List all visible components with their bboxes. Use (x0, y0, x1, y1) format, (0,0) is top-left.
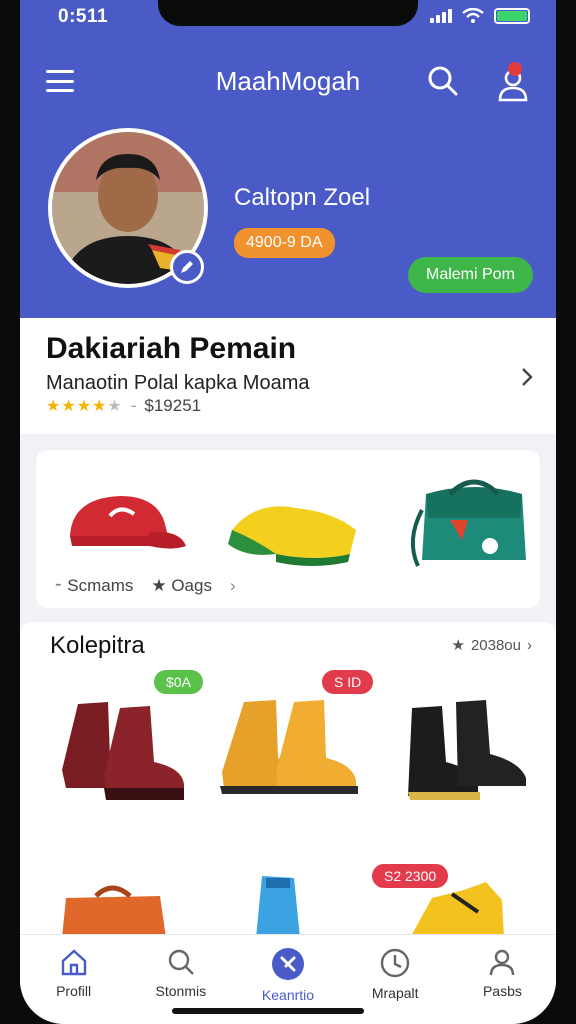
nav-profile[interactable]: Profill (20, 935, 127, 1024)
nav-label: Keanrtio (261, 987, 315, 1003)
nav-account[interactable]: Pasbs (449, 935, 556, 1024)
clock-icon (381, 948, 410, 978)
status-icons (430, 8, 530, 24)
rating-text: $19251 (144, 396, 202, 415)
search-icon[interactable] (426, 64, 460, 98)
product-boots-tan[interactable] (216, 688, 366, 828)
home-icon (61, 949, 86, 976)
signal-icon (430, 9, 452, 23)
tab-bags[interactable]: ★ Oags (151, 576, 212, 596)
notch (158, 0, 418, 26)
nav-label: Pasbs (482, 983, 522, 999)
product-bag-orange[interactable] (56, 878, 206, 938)
notification-dot (508, 62, 522, 76)
star-icon: ★ (151, 576, 172, 595)
phone-screen: 0:511 MaahMogah Caltopn Zoel 4900-9 DA M… (20, 0, 556, 1024)
star-icon: ★ (451, 637, 465, 654)
collection-card: Kolepitra ★ 2038ou › $0A S ID S2 2300 (20, 622, 556, 942)
chevron-right-icon: › (527, 636, 532, 654)
app-title: MaahMogah (215, 66, 361, 96)
nav-label: Mrapalt (371, 985, 419, 1001)
collection-title: Kolepitra (50, 632, 145, 659)
search-icon (168, 949, 194, 975)
wifi-icon (462, 8, 484, 23)
red-cap-icon[interactable] (50, 470, 200, 570)
explore-icon (272, 948, 304, 980)
product-boots-black[interactable] (400, 688, 550, 828)
info-title: Dakiariah Pemain (46, 332, 297, 365)
pencil-icon (181, 261, 193, 273)
chevron-right-icon[interactable] (520, 366, 534, 388)
scarf-icon[interactable] (216, 470, 366, 570)
rating-stars: ★★★★★ (46, 398, 123, 415)
profile-header: 0:511 MaahMogah Caltopn Zoel 4900-9 DA M… (20, 0, 556, 318)
product-boots-yellow[interactable] (402, 878, 552, 938)
status-time: 0:511 (58, 6, 109, 27)
user-icon (490, 949, 515, 976)
nav-label: Profill (56, 983, 92, 999)
tab-scarves[interactable]: ⁃ Scmams (54, 576, 133, 596)
bag-icon[interactable] (392, 470, 542, 570)
product-boots-brown[interactable] (48, 688, 198, 828)
follow-button[interactable]: Malemi Pom (408, 257, 533, 293)
player-tag-badge: 4900-9 DA (234, 228, 335, 258)
player-name: Caltopn Zoel (234, 184, 371, 211)
top-nav-bar: MaahMogah (20, 56, 556, 106)
info-subtitle: Manaotin Polal kapka Moama (46, 372, 310, 394)
product-boot-blue[interactable] (234, 872, 384, 938)
accessory-tabs: ⁃ Scmams ★ Oags › (54, 576, 236, 596)
nav-label: Stonmis (155, 983, 207, 999)
home-indicator (172, 1008, 364, 1014)
battery-icon (494, 8, 530, 24)
accessories-card: ⁃ Scmams ★ Oags › (36, 450, 540, 608)
dash-icon: ⁃ (54, 576, 68, 595)
rating-divider: - (130, 396, 137, 415)
edit-avatar-button[interactable] (170, 250, 204, 284)
collection-meta[interactable]: ★ 2038ou › (451, 636, 532, 655)
player-info-card[interactable]: Dakiariah Pemain Manaotin Polal kapka Mo… (20, 318, 556, 434)
more-indicator[interactable]: › (230, 576, 236, 596)
rating-row: ★★★★★ - $19251 (46, 396, 201, 416)
